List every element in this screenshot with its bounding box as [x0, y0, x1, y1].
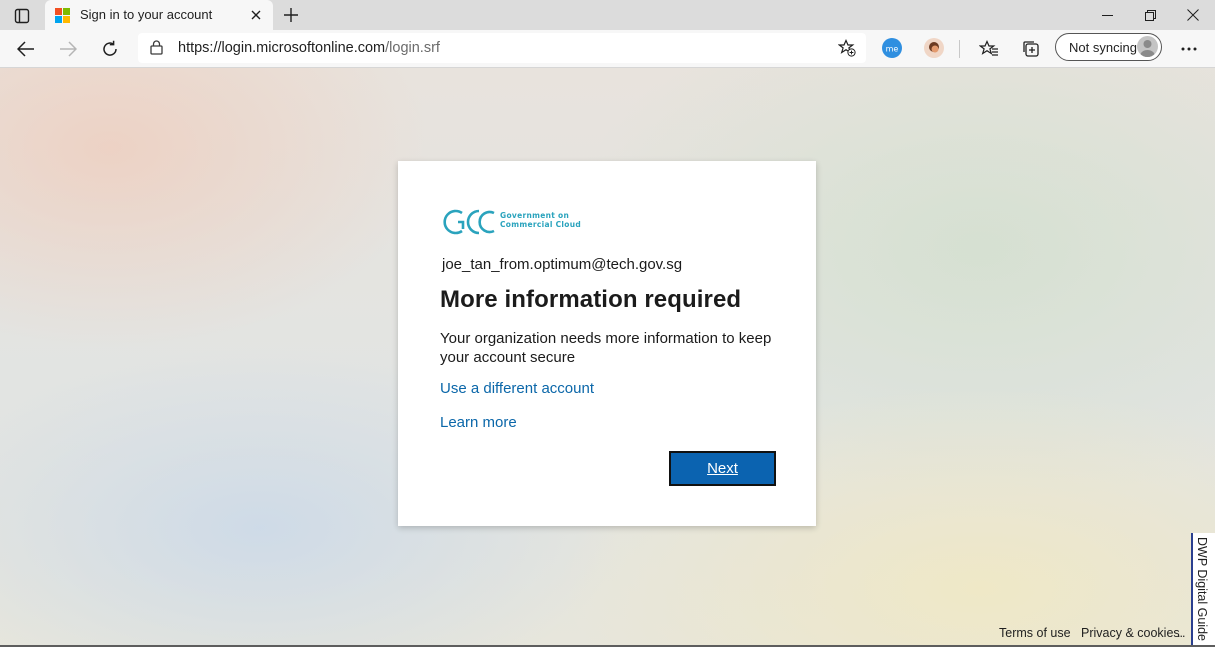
learn-more-link[interactable]: Learn more [440, 414, 517, 431]
extension-me-icon[interactable]: me [882, 38, 902, 58]
footer-more-link[interactable]: ... [1177, 626, 1185, 640]
refresh-icon[interactable] [97, 36, 123, 62]
address-url[interactable]: https://login.microsoftonline.com/login.… [178, 40, 440, 56]
browser-titlebar: Sign in to your account [0, 0, 1215, 30]
sync-label: Not syncing [1069, 40, 1137, 55]
dwp-guide-label: DWP Digital Guide [1195, 537, 1209, 641]
browser-toolbar: https://login.microsoftonline.com/login.… [0, 30, 1215, 68]
gcc-logo-text: Government on Commercial Cloud [500, 211, 581, 229]
more-icon[interactable] [1177, 38, 1201, 60]
svg-text:me: me [886, 45, 899, 54]
tab-actions-icon[interactable] [11, 5, 33, 27]
browser-tab[interactable]: Sign in to your account [45, 0, 273, 30]
back-arrow-icon[interactable] [13, 36, 39, 62]
use-different-account-link[interactable]: Use a different account [440, 380, 594, 397]
star-plus-icon[interactable] [837, 39, 856, 62]
plus-icon[interactable] [280, 4, 302, 26]
terms-of-use-link[interactable]: Terms of use [999, 626, 1071, 640]
account-email: joe_tan_from.optimum@tech.gov.sg [442, 256, 683, 273]
url-path: /login.srf [385, 40, 440, 56]
restore-icon[interactable] [1128, 0, 1172, 30]
logo-line2: Commercial Cloud [500, 220, 582, 229]
collections-icon[interactable] [1018, 36, 1044, 62]
privacy-cookies-link[interactable]: Privacy & cookies [1081, 626, 1180, 640]
minimize-icon[interactable] [1085, 0, 1129, 30]
sign-in-page: Government on Commercial Cloud joe_tan_f… [0, 68, 1215, 647]
favorites-icon[interactable] [976, 36, 1002, 62]
avatar [1137, 36, 1158, 57]
info-description: Your organization needs more information… [440, 330, 772, 366]
profile-sync-button[interactable]: Not syncing [1055, 33, 1162, 61]
close-icon[interactable] [247, 6, 265, 24]
extension-avatar-icon[interactable] [924, 38, 944, 58]
lock-icon[interactable] [150, 40, 163, 60]
logo-line1: Government on [500, 211, 570, 220]
sign-in-card: Government on Commercial Cloud joe_tan_f… [398, 161, 816, 526]
microsoft-logo-icon [55, 8, 70, 23]
toolbar-separator [959, 40, 960, 58]
address-bar[interactable]: https://login.microsoftonline.com/login.… [138, 33, 866, 63]
page-title: More information required [440, 286, 742, 313]
gcc-logo [443, 209, 495, 235]
tab-title: Sign in to your account [80, 7, 213, 22]
dwp-digital-guide-tab[interactable]: DWP Digital Guide [1191, 533, 1215, 647]
forward-arrow-icon[interactable] [55, 36, 81, 62]
url-host: https://login.microsoftonline.com [178, 40, 386, 56]
window-close-icon[interactable] [1171, 0, 1215, 30]
next-button[interactable]: Next [669, 451, 776, 486]
